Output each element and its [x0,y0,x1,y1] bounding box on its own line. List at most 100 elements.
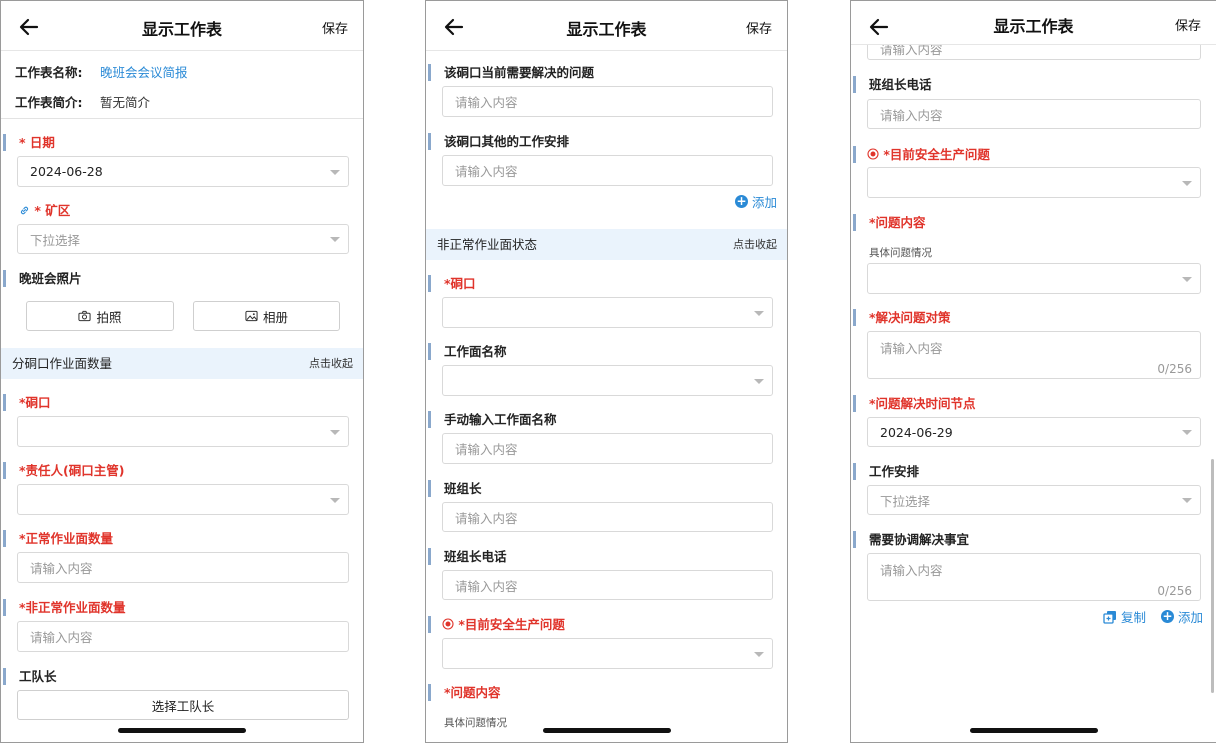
chevron-down-icon [330,429,340,435]
section-header: 非正常作业面状态 点击收起 [426,229,787,260]
chevron-down-icon [1182,276,1192,282]
char-counter: 0/256 [1157,584,1192,598]
save-button[interactable]: 保存 [322,1,348,59]
mine-label: * 矿区 [19,203,70,219]
top-bar: 显示工作表 保存 [426,1,787,51]
owner-dropdown[interactable] [17,484,349,515]
safety-issue-label: *目前安全生产问题 [867,147,990,163]
top-bar: 显示工作表 保存 [851,1,1216,45]
plus-circle-icon: + [1161,609,1174,623]
link-icon [20,206,29,215]
back-arrow-icon[interactable] [867,15,891,39]
field-marker [853,214,856,231]
chevron-down-icon [754,378,764,384]
coordination-textarea[interactable]: 请输入内容 0/256 [867,553,1201,601]
section-header: 分硐口作业面数量 点击收起 [1,348,363,379]
other-work-input[interactable]: 请输入内容 [442,155,773,186]
chevron-down-icon [754,651,764,657]
field-marker [3,134,6,151]
team-leader-label: 工队长 [19,669,57,684]
adit-label: *硐口 [19,395,51,410]
group-leader-phone-label: 班组长电话 [869,77,932,92]
take-photo-button[interactable]: 拍照 [26,301,174,331]
field-marker [3,668,6,685]
chevron-down-icon [1182,498,1192,503]
work-arrangement-label: 工作安排 [869,464,920,479]
copy-icon [1103,610,1116,624]
save-button[interactable]: 保存 [1175,1,1201,53]
manual-workface-label: 手动输入工作面名称 [444,412,557,427]
deadline-picker[interactable]: 2024-06-29 [867,417,1201,447]
field-marker [3,270,6,287]
adit-label: *硐口 [444,276,476,291]
radio-target-icon [867,148,879,160]
choose-team-leader-button[interactable]: 选择工队长 [17,690,349,720]
phone-screen-1: 显示工作表 保存 工作表名称: 晚班会会议简报 工作表简介: 暂无简介 * 日期… [0,0,364,743]
chevron-down-icon [330,169,340,175]
collapse-toggle[interactable]: 点击收起 [309,348,353,379]
chevron-down-icon [754,310,764,316]
solution-label: *解决问题对策 [869,310,951,325]
field-marker [853,463,856,480]
section-title: 分硐口作业面数量 [12,356,113,371]
copy-button[interactable]: 复制 [1103,607,1146,626]
mine-dropdown[interactable]: 下拉选择 [17,224,349,254]
normal-count-input[interactable]: 请输入内容 [17,552,349,583]
field-marker [428,64,431,81]
group-leader-phone-label: 班组长电话 [444,549,507,564]
work-arrangement-dropdown[interactable]: 下拉选择 [867,485,1201,515]
add-button[interactable]: + 添加 [1161,607,1203,626]
field-marker [853,76,856,93]
phone-screen-2: 显示工作表 保存 该硐口当前需要解决的问题 请输入内容 该硐口其他的工作安排 请… [425,0,788,743]
field-marker [428,275,431,292]
issue-content-dropdown[interactable] [867,263,1201,294]
safety-issue-label: *目前安全生产问题 [442,617,565,633]
field-marker [3,530,6,547]
home-indicator [969,728,1098,733]
back-arrow-icon[interactable] [442,15,466,39]
field-marker [428,411,431,428]
field-marker [3,394,6,411]
sheet-name-link[interactable]: 晚班会会议简报 [100,62,188,81]
save-button[interactable]: 保存 [746,1,772,59]
field-marker [428,133,431,150]
sheet-desc-label: 工作表简介: [15,95,83,110]
group-leader-phone-input[interactable]: 请输入内容 [867,99,1201,129]
workface-dropdown[interactable] [442,365,773,396]
section-title: 非正常作业面状态 [437,237,538,252]
solution-textarea[interactable]: 请输入内容 0/256 [867,331,1201,379]
adit-dropdown[interactable] [17,416,349,447]
chevron-down-icon [330,237,340,242]
manual-workface-input[interactable]: 请输入内容 [442,433,773,464]
chevron-down-icon [1182,180,1192,186]
sheet-name-label: 工作表名称: [15,65,83,80]
safety-issue-dropdown[interactable] [442,638,773,669]
issue-content-label: *问题内容 [444,685,501,700]
date-picker[interactable]: 2024-06-28 [17,156,349,187]
other-work-label: 该硐口其他的工作安排 [444,134,570,149]
album-button[interactable]: 相册 [193,301,340,331]
field-marker [853,395,856,412]
field-marker [428,548,431,565]
abnormal-count-input[interactable]: 请输入内容 [17,621,349,652]
detail-hint: 具体问题情况 [444,717,507,729]
add-button[interactable]: + 添加 [734,192,777,211]
scrollbar[interactable] [1211,459,1214,693]
chevron-down-icon [1182,430,1192,435]
field-marker [428,480,431,497]
collapse-toggle[interactable]: 点击收起 [733,229,777,260]
abnormal-count-label: *非正常作业面数量 [19,600,126,615]
problem-input[interactable]: 请输入内容 [442,86,773,117]
group-leader-input[interactable]: 请输入内容 [442,502,773,532]
group-leader-label: 班组长 [444,481,482,496]
field-marker [428,343,431,360]
sheet-desc-value: 暂无简介 [100,95,151,110]
photo-label: 晚班会照片 [19,271,82,286]
back-arrow-icon[interactable] [17,15,41,39]
safety-issue-dropdown[interactable] [867,167,1201,198]
home-indicator [542,728,671,733]
field-marker [428,684,431,701]
group-leader-phone-input[interactable]: 请输入内容 [442,570,773,600]
home-indicator [118,728,246,733]
adit-dropdown[interactable] [442,297,773,328]
